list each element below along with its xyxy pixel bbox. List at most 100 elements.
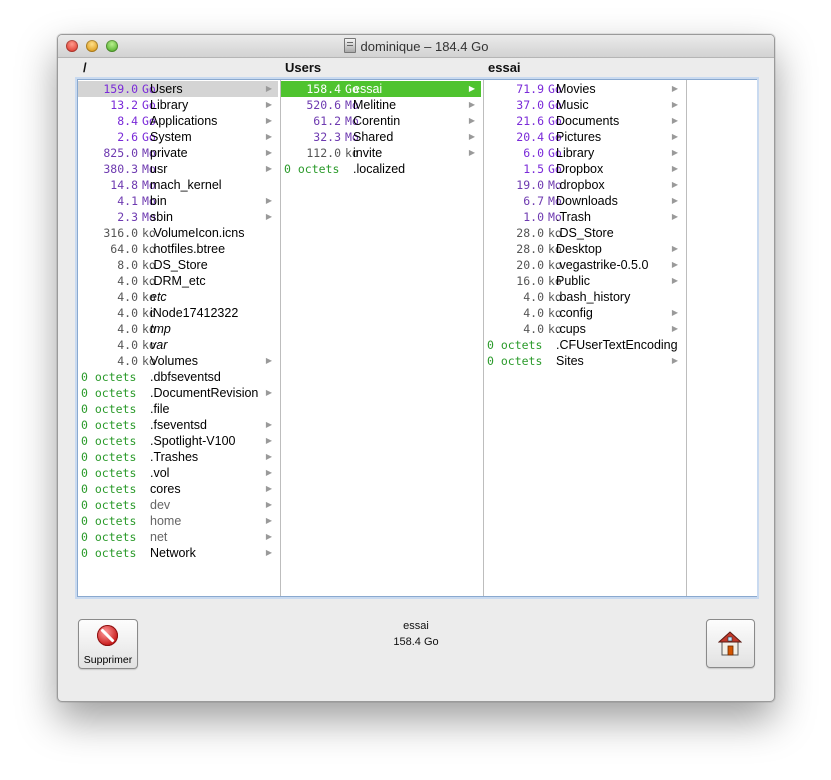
list-item[interactable]: 0 octets .Spotlight-V100 ▶ (78, 433, 278, 449)
list-item[interactable]: 1.0 Mo .Trash ▶ (484, 209, 684, 225)
list-item[interactable]: 37.0 Go Music ▶ (484, 97, 684, 113)
list-item[interactable]: 13.2 Go Library ▶ (78, 97, 278, 113)
list-item[interactable]: 0 octets .file (78, 401, 278, 417)
item-size: 0 octets (81, 546, 137, 560)
home-icon (718, 631, 742, 656)
item-size: 6.7 (523, 194, 544, 208)
disclosure-arrow-icon: ▶ (671, 276, 678, 285)
item-name: sbin (150, 210, 173, 224)
item-size: 4.0 (117, 338, 138, 352)
disclosure-arrow-icon: ▶ (265, 532, 272, 541)
item-size: 8.4 (117, 114, 138, 128)
list-item[interactable]: 4.1 Mo bin ▶ (78, 193, 278, 209)
list-item[interactable]: 0 octets home ▶ (78, 513, 278, 529)
list-item[interactable]: 0 octets cores ▶ (78, 481, 278, 497)
column-root[interactable]: 159.0 Go Users ▶ 13.2 Go Library ▶ 8.4 Go Applicat… (78, 80, 278, 596)
list-item[interactable]: 4.0 ko .config ▶ (484, 305, 684, 321)
list-item[interactable]: 112.0 ko invite ▶ (281, 145, 481, 161)
delete-button[interactable]: Supprimer (78, 619, 138, 669)
list-item[interactable]: 8.0 ko .DS_Store (78, 257, 278, 273)
list-item[interactable]: 4.0 ko tmp (78, 321, 278, 337)
list-item[interactable]: 2.3 Mo sbin ▶ (78, 209, 278, 225)
item-name: Documents (556, 114, 620, 128)
list-item[interactable]: 71.9 Go Movies ▶ (484, 81, 684, 97)
item-size: 380.3 (103, 162, 138, 176)
list-item[interactable]: 0 octets Network ▶ (78, 545, 278, 561)
item-size: 20.4 (516, 130, 544, 144)
list-item[interactable]: 0 octets Sites ▶ (484, 353, 684, 369)
list-item[interactable]: 14.8 Mo mach_kernel (78, 177, 278, 193)
list-item[interactable]: 0 octets .Trashes ▶ (78, 449, 278, 465)
item-name: .vol (150, 466, 170, 480)
list-item[interactable]: 825.0 Mo private ▶ (78, 145, 278, 161)
item-size: 4.0 (117, 322, 138, 336)
disclosure-arrow-icon: ▶ (265, 164, 272, 173)
list-item[interactable]: 32.3 Mo Shared ▶ (281, 129, 481, 145)
item-name: Volumes (150, 354, 198, 368)
item-name: .fseventsd (150, 418, 207, 432)
item-size: 4.0 (117, 274, 138, 288)
item-name: .CFUserTextEncoding (556, 338, 678, 352)
list-item[interactable]: 4.0 ko .bash_history (484, 289, 684, 305)
column-empty[interactable] (686, 80, 757, 596)
list-item[interactable]: 4.0 ko var (78, 337, 278, 353)
list-item[interactable]: 21.6 Go Documents ▶ (484, 113, 684, 129)
disclosure-arrow-icon: ▶ (468, 100, 475, 109)
disclosure-arrow-icon: ▶ (468, 84, 475, 93)
home-button[interactable] (706, 619, 755, 668)
item-name: .file (150, 402, 170, 416)
list-item[interactable]: 16.0 ko Public ▶ (484, 273, 684, 289)
column-essai[interactable]: 71.9 Go Movies ▶ 37.0 Go Music ▶ 21.6 Go Documents… (483, 80, 684, 596)
list-item[interactable]: 20.0 ko .vegastrike-0.5.0 ▶ (484, 257, 684, 273)
item-size: 0 octets (81, 418, 137, 432)
list-item[interactable]: 0 octets .localized (281, 161, 481, 177)
title-bar[interactable]: dominique – 184.4 Go (58, 35, 774, 58)
item-name: Sites (556, 354, 584, 368)
item-name: .cups (556, 322, 586, 336)
list-item[interactable]: 0 octets .fseventsd ▶ (78, 417, 278, 433)
item-name: .dbfseventsd (150, 370, 221, 384)
item-size: 0 octets (284, 162, 340, 176)
list-item[interactable]: 0 octets net ▶ (78, 529, 278, 545)
item-name: .Spotlight-V100 (150, 434, 236, 448)
item-name: .hotfiles.btree (150, 242, 226, 256)
column-users[interactable]: 158.4 Go essai ▶ 520.6 Mo Melitine ▶ 61.2 Mo Coren… (280, 80, 481, 596)
list-item[interactable]: 0 octets .DocumentRevision ▶ (78, 385, 278, 401)
disclosure-arrow-icon: ▶ (671, 84, 678, 93)
list-item[interactable]: 6.0 Go Library ▶ (484, 145, 684, 161)
window-title: dominique – 184.4 Go (58, 38, 774, 54)
list-item[interactable]: 0 octets dev ▶ (78, 497, 278, 513)
list-item[interactable]: 28.0 ko Desktop ▶ (484, 241, 684, 257)
list-item[interactable]: 6.7 Mo Downloads ▶ (484, 193, 684, 209)
list-item[interactable]: 316.0 ko .VolumeIcon.icns (78, 225, 278, 241)
list-item[interactable]: 28.0 ko .DS_Store (484, 225, 684, 241)
list-item[interactable]: 380.3 Mo usr ▶ (78, 161, 278, 177)
list-item[interactable]: 20.4 Go Pictures ▶ (484, 129, 684, 145)
list-item[interactable]: 4.0 ko .cups ▶ (484, 321, 684, 337)
item-name: Applications (150, 114, 218, 128)
list-item[interactable]: 4.0 ko etc (78, 289, 278, 305)
list-item[interactable]: 4.0 ko Volumes ▶ (78, 353, 278, 369)
list-item[interactable]: 0 octets .vol ▶ (78, 465, 278, 481)
list-item[interactable]: 64.0 ko .hotfiles.btree (78, 241, 278, 257)
list-item[interactable]: 520.6 Mo Melitine ▶ (281, 97, 481, 113)
list-item[interactable]: 0 octets .CFUserTextEncoding (484, 337, 684, 353)
disclosure-arrow-icon: ▶ (671, 260, 678, 269)
item-size: 4.0 (117, 354, 138, 368)
list-item[interactable]: 159.0 Go Users ▶ (78, 81, 278, 97)
list-item[interactable]: 61.2 Mo Corentin ▶ (281, 113, 481, 129)
item-size: 64.0 (110, 242, 138, 256)
disclosure-arrow-icon: ▶ (265, 500, 272, 509)
disclosure-arrow-icon: ▶ (468, 148, 475, 157)
item-size: 0 octets (81, 466, 137, 480)
list-item[interactable]: 2.6 Go System ▶ (78, 129, 278, 145)
list-item[interactable]: 1.5 Go Dropbox ▶ (484, 161, 684, 177)
list-item[interactable]: 158.4 Go essai ▶ (281, 81, 481, 97)
list-item[interactable]: 0 octets .dbfseventsd (78, 369, 278, 385)
list-item[interactable]: 19.0 Mo .dropbox ▶ (484, 177, 684, 193)
disclosure-arrow-icon: ▶ (671, 164, 678, 173)
app-window: dominique – 184.4 Go / Users essai 159.0… (57, 34, 775, 702)
list-item[interactable]: 4.0 ko .DRM_etc (78, 273, 278, 289)
list-item[interactable]: 8.4 Go Applications ▶ (78, 113, 278, 129)
list-item[interactable]: 4.0 ko iNode17412322 (78, 305, 278, 321)
